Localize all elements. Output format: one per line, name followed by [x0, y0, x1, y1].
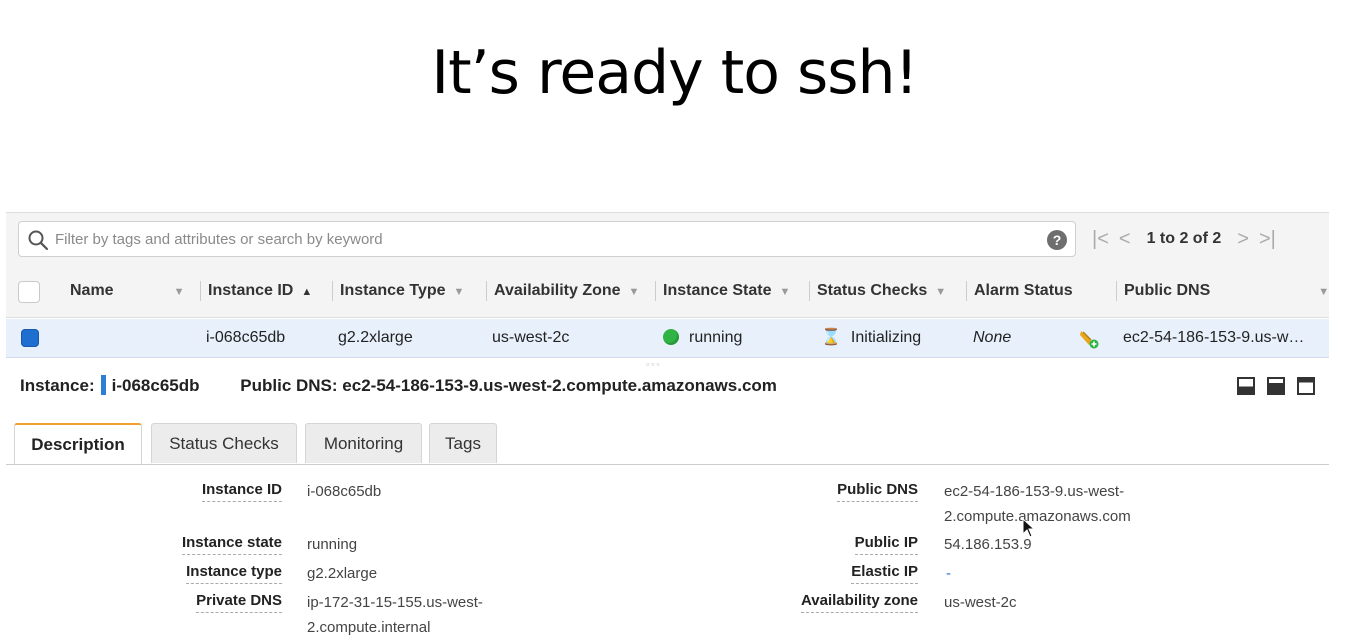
field-availability-zone: Availability zone — [6, 590, 918, 616]
chevron-down-icon: ▼ — [628, 286, 640, 298]
value-elastic-ip[interactable]: - — [946, 561, 951, 586]
cell-instance-id: i-068c65db — [206, 329, 286, 346]
page-count: 1 to 2 of 2 — [1146, 230, 1222, 247]
table-header: Name ▼ Instance ID ▲ Instance Type ▼ Availa… — [6, 265, 1329, 318]
hourglass-icon: ⌛ — [821, 329, 841, 346]
running-status-icon — [663, 329, 679, 345]
slide-title: It’s ready to ssh! — [431, 38, 918, 108]
column-header-name[interactable]: Name ▼ — [70, 265, 184, 317]
chevron-down-icon: ▼ — [935, 286, 947, 298]
public-dns-value: ec2-54-186-153-9.us-west-2.compute.amazo… — [342, 376, 777, 395]
select-all-checkbox[interactable] — [18, 281, 40, 303]
column-header-instance-state[interactable]: Instance State ▼ — [655, 265, 791, 317]
chevron-down-icon: ▼ — [173, 286, 185, 298]
column-header-instance-id[interactable]: Instance ID ▲ — [200, 265, 313, 317]
cell-availability-zone: us-west-2c — [492, 329, 570, 346]
field-public-ip: Public IP — [6, 532, 918, 558]
tab-status-checks[interactable]: Status Checks — [151, 423, 297, 463]
search-input[interactable] — [55, 222, 1035, 256]
instance-id-value: i-068c65db — [111, 376, 200, 395]
tab-tags[interactable]: Tags — [429, 423, 497, 463]
value-public-dns-line2: 2.compute.amazonaws.com — [944, 508, 1131, 525]
panel-minimize-icon[interactable] — [1237, 377, 1255, 395]
instance-label: Instance: — [20, 376, 95, 395]
pagination: |< < 1 to 2 of 2 > >| — [1092, 213, 1276, 265]
row-checkbox[interactable] — [21, 329, 39, 347]
sort-asc-icon: ▲ — [301, 286, 313, 298]
public-dns-label: Public DNS: — [240, 376, 338, 395]
panel-layout-controls — [1237, 377, 1315, 395]
ec2-instances-console: ? |< < 1 to 2 of 2 > >| Name▼ Instance I… — [6, 212, 1329, 644]
prev-page-icon[interactable]: < — [1119, 228, 1131, 251]
value-availability-zone: us-west-2c — [944, 594, 1017, 611]
next-page-icon[interactable]: > — [1237, 228, 1249, 251]
panel-resize-handle[interactable]: ▫▫▫ — [646, 359, 662, 369]
search-bar: ? |< < 1 to 2 of 2 > >| — [6, 213, 1329, 266]
instance-color-tag — [100, 375, 106, 395]
search-box[interactable]: ? — [18, 221, 1076, 257]
instance-summary: Instance: i-068c65db Public DNS: ec2-54-1… — [20, 375, 777, 399]
column-header-availability-zone[interactable]: Availability Zone ▼ — [486, 265, 640, 317]
panel-maximize-icon[interactable] — [1297, 377, 1315, 395]
table-row[interactable]: i-068c65db g2.2xlarge us-west-2c running… — [6, 319, 1329, 358]
first-page-icon[interactable]: |< — [1092, 228, 1109, 251]
column-header-instance-type[interactable]: Instance Type ▼ — [332, 265, 465, 317]
tab-monitoring[interactable]: Monitoring — [305, 423, 422, 463]
value-public-dns-line1: ec2-54-186-153-9.us-west- — [944, 483, 1125, 500]
column-header-public-dns[interactable]: Public DNS ▼ — [1116, 265, 1330, 317]
help-icon[interactable]: ? — [1047, 230, 1067, 250]
chevron-down-icon: ▼ — [1318, 286, 1330, 298]
chevron-down-icon: ▼ — [779, 286, 791, 298]
cell-alarm-status: None — [973, 329, 1012, 346]
field-public-dns: Public DNS — [6, 479, 918, 505]
tab-divider — [6, 464, 1329, 465]
field-elastic-ip: Elastic IP — [6, 561, 918, 587]
add-alarm-icon[interactable] — [1078, 329, 1100, 349]
value-private-dns-line2: 2.compute.internal — [307, 619, 431, 636]
value-public-ip: 54.186.153.9 — [944, 536, 1032, 553]
panel-half-icon[interactable] — [1267, 377, 1285, 395]
column-header-status-checks[interactable]: Status Checks ▼ — [809, 265, 947, 317]
last-page-icon[interactable]: >| — [1259, 228, 1276, 251]
cell-instance-type: g2.2xlarge — [338, 329, 413, 346]
cell-status-checks: ⌛ Initializing — [821, 319, 921, 357]
chevron-down-icon: ▼ — [453, 286, 465, 298]
cell-instance-state: running — [663, 319, 742, 357]
cell-public-dns: ec2-54-186-153-9.us-w… — [1123, 329, 1305, 346]
tab-description[interactable]: Description — [14, 423, 142, 465]
search-icon — [28, 230, 49, 251]
mouse-cursor-icon — [1022, 518, 1036, 538]
column-header-alarm-status[interactable]: Alarm Status — [966, 265, 1073, 317]
